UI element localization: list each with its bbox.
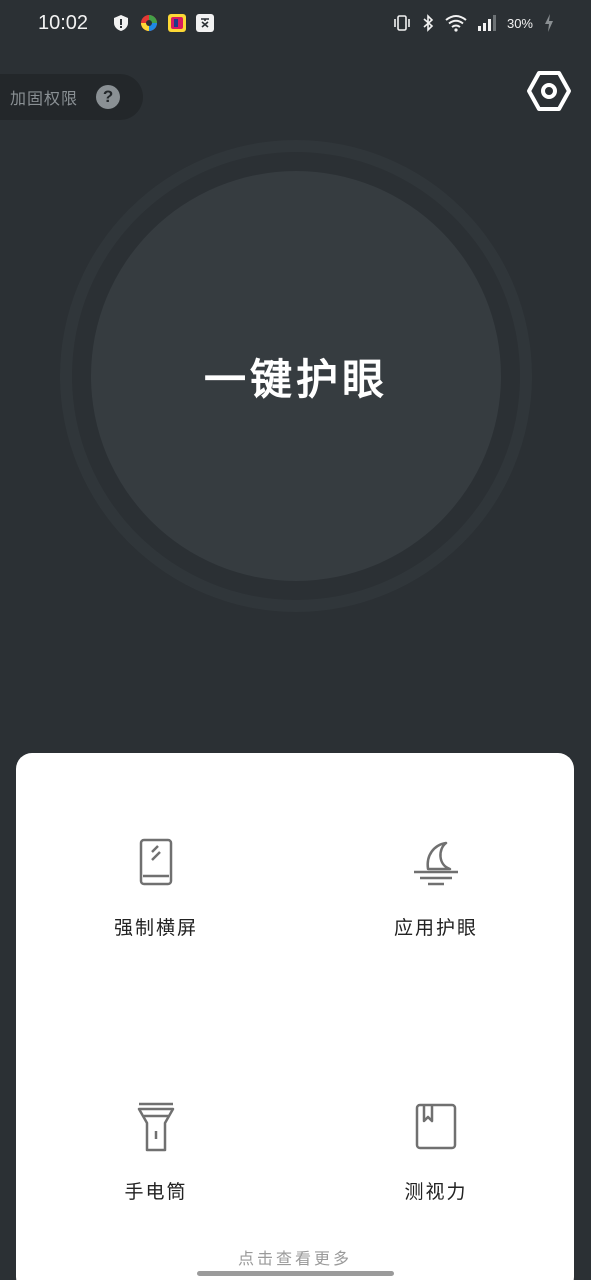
signal-icon [477,15,496,31]
battery-percent: 30% [506,15,533,31]
feature-card: 强制横屏 应用护眼 手电筒 测视力 点击查看更多 [16,753,574,1280]
one-key-eye-care-button[interactable]: 一键护眼 [91,171,501,581]
moon-icon [414,841,458,886]
flashlight-icon [137,1102,175,1152]
home-indicator[interactable] [197,1271,394,1276]
translate-notification-icon [196,14,215,32]
bluetooth-icon [423,14,434,32]
feature-vision-test[interactable]: 测视力 [336,1101,536,1221]
feature-label: 手电筒 [124,1181,188,1203]
feature-flashlight[interactable]: 手电筒 [56,1101,256,1221]
charging-bolt-icon [545,14,553,32]
view-more-link[interactable]: 点击查看更多 [16,1245,574,1269]
feature-force-landscape[interactable]: 强制横屏 [56,837,256,957]
status-time: 10:02 [38,11,89,34]
status-left: 10:02 [38,11,215,35]
status-right: 30% [393,13,555,33]
color-wheel-notification-icon [141,15,158,31]
feature-label: 测视力 [404,1181,468,1203]
app-badge-notification-icon [168,14,187,32]
help-icon[interactable]: ? [96,85,121,109]
permission-pill[interactable]: 加固权限 ? [0,74,143,120]
wifi-icon [445,15,467,32]
status-bar: 10:02 30% [0,0,591,46]
main-button-label: 一键护眼 [203,354,388,404]
shield-notification-icon [114,15,129,31]
settings-icon[interactable] [526,68,572,114]
vibrate-icon [394,15,410,31]
feature-label: 强制横屏 [113,917,198,939]
phone-rotate-icon [139,838,173,886]
feature-label: 应用护眼 [393,917,478,939]
permission-label: 加固权限 [10,89,79,108]
feature-app-eye-care[interactable]: 应用护眼 [336,837,536,957]
book-icon [415,1103,457,1150]
